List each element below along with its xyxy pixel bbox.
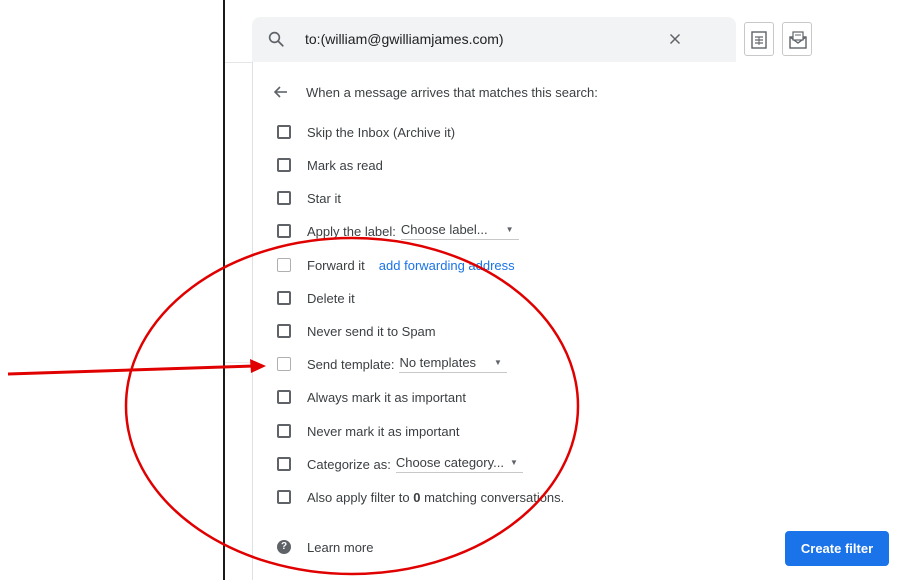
option-label: Skip the Inbox (Archive it) [307, 124, 456, 140]
spreadsheet-button[interactable] [744, 22, 774, 56]
category-select-value: Choose category... [395, 455, 504, 470]
option-label: Apply the label: [307, 223, 396, 239]
option-delete[interactable]: Delete it [277, 289, 355, 307]
learn-more-row[interactable]: ? Learn more [277, 538, 373, 556]
option-categorize[interactable]: Categorize as: Choose category... ▼ [277, 455, 523, 473]
background-divider [225, 62, 255, 63]
background-divider [225, 362, 255, 363]
checkbox[interactable] [277, 490, 291, 504]
option-label: Never send it to Spam [307, 323, 436, 339]
option-never-important[interactable]: Never mark it as important [277, 422, 459, 440]
checkbox[interactable] [277, 424, 291, 438]
also-apply-prefix: Also apply filter to [307, 489, 410, 505]
dropdown-arrow-icon: ▼ [509, 458, 518, 467]
option-also-apply[interactable]: Also apply filter to 0 matching conversa… [277, 488, 564, 506]
filter-heading: When a message arrives that matches this… [306, 84, 598, 100]
checkbox[interactable] [277, 258, 291, 272]
option-forward[interactable]: Forward it add forwarding address [277, 256, 515, 274]
mail-template-button[interactable] [782, 22, 812, 56]
checkbox[interactable] [277, 158, 291, 172]
matching-count: 0 [413, 489, 421, 505]
checkbox[interactable] [277, 125, 291, 139]
create-filter-button[interactable]: Create filter [785, 531, 889, 566]
option-label: Never mark it as important [307, 423, 460, 439]
add-forwarding-address-link[interactable]: add forwarding address [379, 258, 515, 273]
close-icon[interactable] [666, 30, 684, 48]
checkbox[interactable] [277, 357, 291, 371]
help-icon: ? [277, 540, 291, 554]
label-select[interactable]: Choose label... ▼ [400, 222, 519, 240]
option-never-spam[interactable]: Never send it to Spam [277, 322, 436, 340]
arrow-back-icon[interactable] [273, 84, 289, 100]
spreadsheet-icon [751, 31, 767, 49]
option-apply-label[interactable]: Apply the label: Choose label... ▼ [277, 222, 519, 240]
dropdown-arrow-icon: ▼ [505, 225, 514, 234]
checkbox[interactable] [277, 324, 291, 338]
search-icon[interactable] [267, 30, 285, 48]
label-select-value: Choose label... [400, 222, 488, 237]
option-label: Mark as read [307, 157, 383, 173]
checkbox[interactable] [277, 224, 291, 238]
dropdown-arrow-icon: ▼ [494, 358, 502, 367]
background-area [0, 0, 223, 580]
learn-more-link[interactable]: Learn more [307, 540, 373, 555]
search-input[interactable]: to:(william@gwilliamjames.com) [305, 31, 504, 47]
filter-panel: When a message arrives that matches this… [252, 62, 903, 580]
option-label: Always mark it as important [307, 389, 466, 405]
mail-icon [789, 31, 807, 49]
template-select[interactable]: No templates ▼ [399, 355, 507, 373]
template-select-value: No templates [399, 355, 477, 370]
option-send-template[interactable]: Send template: No templates ▼ [277, 355, 507, 373]
option-always-important[interactable]: Always mark it as important [277, 388, 466, 406]
option-mark-read[interactable]: Mark as read [277, 156, 383, 174]
checkbox[interactable] [277, 291, 291, 305]
option-label: Send template: [307, 356, 395, 372]
search-bar[interactable]: to:(william@gwilliamjames.com) [252, 17, 736, 62]
option-label: Star it [307, 190, 341, 206]
option-label: Also apply filter to 0 matching conversa… [307, 490, 564, 505]
checkbox[interactable] [277, 457, 291, 471]
option-skip-inbox[interactable]: Skip the Inbox (Archive it) [277, 123, 455, 141]
category-select[interactable]: Choose category... ▼ [395, 455, 523, 473]
option-label: Forward it [307, 257, 365, 273]
checkbox[interactable] [277, 191, 291, 205]
checkbox[interactable] [277, 390, 291, 404]
option-label: Categorize as: [307, 456, 391, 472]
window-border [223, 0, 225, 580]
option-star[interactable]: Star it [277, 189, 341, 207]
also-apply-suffix: matching conversations. [424, 489, 565, 505]
option-label: Delete it [307, 290, 355, 306]
filter-heading-row: When a message arrives that matches this… [273, 83, 598, 101]
